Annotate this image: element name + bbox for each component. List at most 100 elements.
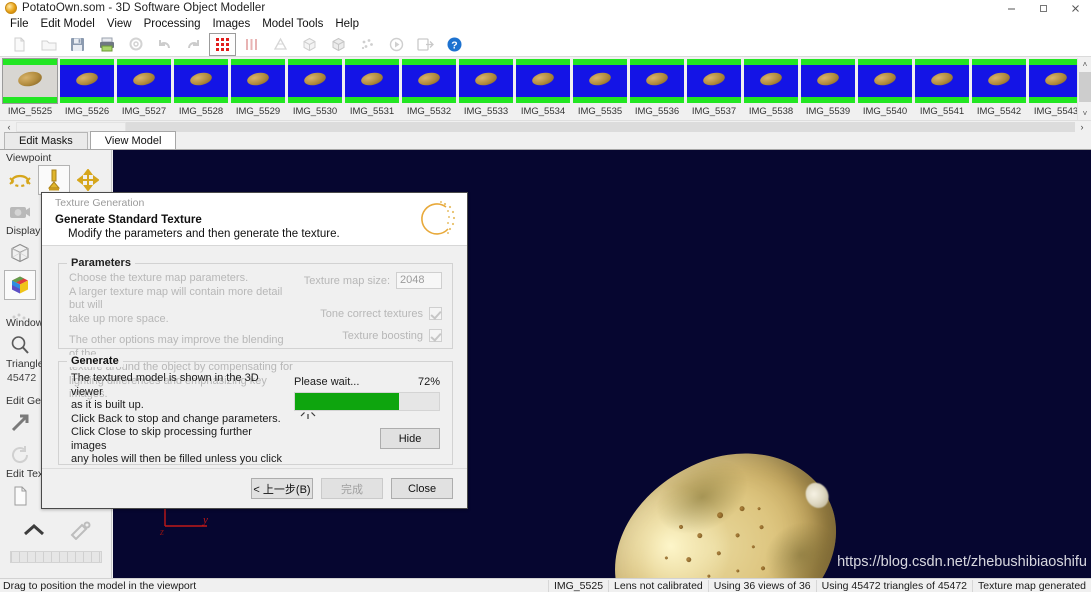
scroll-up-icon[interactable]: ˄ (1078, 58, 1091, 71)
menu-images[interactable]: Images (206, 16, 256, 32)
thumb-image[interactable] (572, 58, 628, 104)
minimize-button[interactable] (995, 0, 1027, 16)
filmstrip-thumb[interactable]: IMG_5542 (971, 58, 1027, 120)
texture-boosting-checkbox[interactable] (429, 329, 442, 342)
thumb-image[interactable] (458, 58, 514, 104)
axis-label-y: y (202, 514, 208, 526)
thumb-image[interactable] (116, 58, 172, 104)
settings-gear-icon[interactable] (122, 33, 149, 56)
filmstrip-thumb[interactable]: IMG_5537 (686, 58, 742, 120)
cube-wire-icon[interactable] (296, 33, 323, 56)
filmstrip-thumb[interactable]: IMG_5530 (287, 58, 343, 120)
thumb-band-bottom (687, 97, 741, 103)
thumb-image[interactable] (971, 58, 1027, 104)
undo-icon[interactable] (151, 33, 178, 56)
potato-3d-model[interactable] (581, 416, 869, 578)
paint-icon[interactable] (64, 515, 96, 545)
thumb-image[interactable] (401, 58, 457, 104)
close-button-dialog[interactable]: Close (391, 478, 453, 499)
filmstrip-thumb[interactable]: IMG_5536 (629, 58, 685, 120)
filmstrip-thumb[interactable]: IMG_5527 (116, 58, 172, 120)
filmstrip-thumb[interactable]: IMG_5529 (230, 58, 286, 120)
filmstrip-thumb[interactable]: IMG_5539 (800, 58, 856, 120)
application-window: PotatoOwn.som - 3D Software Object Model… (0, 0, 1091, 592)
play-icon[interactable] (383, 33, 410, 56)
thumb-image[interactable] (743, 58, 799, 104)
texture-map-size-label: Texture map size: (303, 274, 390, 287)
thumb-image[interactable] (287, 58, 343, 104)
magnifier-icon[interactable] (4, 330, 36, 360)
texture-map-size-input[interactable]: 2048 (396, 272, 442, 289)
filmstrip-thumb[interactable]: IMG_5534 (515, 58, 571, 120)
new-icon[interactable] (6, 33, 33, 56)
columns-icon[interactable] (238, 33, 265, 56)
menu-view[interactable]: View (101, 16, 138, 32)
filmstrip-thumb[interactable]: IMG_5540 (857, 58, 913, 120)
grid-points-icon[interactable] (209, 32, 236, 56)
maximize-button[interactable] (1027, 0, 1059, 16)
image-filmstrip[interactable]: IMG_5525 IMG_5526 IMG_5527 IMG_5528 IMG_5529… (0, 58, 1091, 120)
cube-solid-icon[interactable] (325, 33, 352, 56)
tone-correct-checkbox[interactable] (429, 307, 442, 320)
filmstrip-thumb[interactable]: IMG_5528 (173, 58, 229, 120)
save-icon[interactable] (64, 33, 91, 56)
thumb-image[interactable] (800, 58, 856, 104)
thumb-image[interactable] (515, 58, 571, 104)
textured-cube-icon[interactable] (4, 270, 36, 300)
open-icon[interactable] (35, 33, 62, 56)
page-icon[interactable] (4, 481, 36, 511)
wireframe-cube-icon[interactable] (4, 238, 36, 268)
zoom-model-icon[interactable] (38, 165, 70, 195)
scroll-down-icon[interactable]: ˅ (1078, 107, 1091, 120)
camera-icon[interactable] (4, 197, 36, 227)
refresh-circle-icon[interactable] (4, 440, 36, 470)
tab-edit-masks[interactable]: Edit Masks (4, 132, 88, 149)
chevron-up-icon[interactable] (18, 515, 50, 545)
thumb-image[interactable] (173, 58, 229, 104)
left-panel-bottom-buttons (0, 515, 112, 563)
menu-help[interactable]: Help (329, 16, 365, 32)
thumb-label: IMG_5530 (292, 106, 338, 117)
thumb-image[interactable] (230, 58, 286, 104)
thumb-image[interactable] (686, 58, 742, 104)
filmstrip-thumb[interactable]: IMG_5526 (59, 58, 115, 120)
help-icon[interactable]: ? (441, 33, 468, 56)
filmstrip-thumb[interactable]: IMG_5541 (914, 58, 970, 120)
menu-bar: File Edit Model View Processing Images M… (0, 16, 1091, 32)
thumb-band-top (3, 59, 57, 65)
export-icon[interactable] (412, 33, 439, 56)
filmstrip-thumb[interactable]: IMG_5532 (401, 58, 457, 120)
mesh-icon[interactable] (267, 33, 294, 56)
thumb-image[interactable] (344, 58, 400, 104)
thumb-image[interactable] (1028, 58, 1084, 104)
hide-button[interactable]: Hide (380, 428, 440, 449)
rotate-icon[interactable] (4, 165, 36, 195)
zoom-slider[interactable] (10, 551, 102, 563)
filmstrip-thumb[interactable]: IMG_5525 (2, 58, 58, 120)
thumb-image[interactable] (2, 58, 58, 104)
menu-processing[interactable]: Processing (138, 16, 207, 32)
filmstrip-thumb[interactable]: IMG_5538 (743, 58, 799, 120)
back-button[interactable]: < 上一步(B) (251, 478, 313, 499)
menu-edit-model[interactable]: Edit Model (35, 16, 101, 32)
texture-generation-dialog[interactable]: Texture Generation Generate Standard Tex… (41, 192, 468, 509)
close-button[interactable] (1059, 0, 1091, 16)
print-icon[interactable] (93, 33, 120, 56)
thumb-image[interactable] (914, 58, 970, 104)
menu-model-tools[interactable]: Model Tools (256, 16, 329, 32)
menu-file[interactable]: File (4, 16, 35, 32)
filmstrip-thumb[interactable]: IMG_5543 (1028, 58, 1084, 120)
thumb-image[interactable] (629, 58, 685, 104)
thumb-image[interactable] (59, 58, 115, 104)
thumb-image[interactable] (857, 58, 913, 104)
tab-view-model[interactable]: View Model (89, 131, 177, 149)
redo-icon[interactable] (180, 33, 207, 56)
arrow-up-right-icon[interactable] (4, 408, 36, 438)
filmstrip-thumb[interactable]: IMG_5533 (458, 58, 514, 120)
filmstrip-thumb[interactable]: IMG_5531 (344, 58, 400, 120)
scroll-thumb[interactable] (1079, 72, 1091, 102)
filmstrip-thumb[interactable]: IMG_5535 (572, 58, 628, 120)
point-cloud-icon[interactable] (354, 33, 381, 56)
filmstrip-vertical-scrollbar[interactable]: ˄ ˅ (1077, 58, 1091, 120)
pan-move-icon[interactable] (72, 165, 104, 195)
